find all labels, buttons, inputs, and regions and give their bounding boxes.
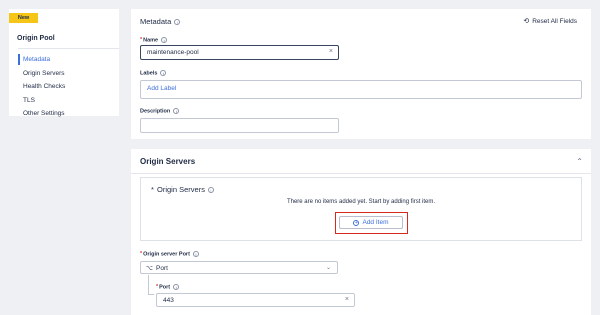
name-input[interactable] <box>141 46 338 59</box>
origin-server-port-label: *Origin server Port i <box>140 251 199 257</box>
port-label-text: Port <box>159 284 171 291</box>
origin-servers-header[interactable]: Origin Servers ⌃ <box>131 149 591 174</box>
highlight-box: + Add Item <box>335 212 408 234</box>
name-label-text: Name <box>143 37 159 44</box>
sidebar-item-health-checks[interactable]: Health Checks <box>18 80 119 94</box>
add-item-label: Add Item <box>362 219 389 226</box>
tree-connector <box>148 275 149 295</box>
info-icon[interactable]: i <box>160 70 167 76</box>
origin-servers-list-label: * Origin Servers i <box>151 185 214 194</box>
chevron-up-icon[interactable]: ⌃ <box>576 157 583 166</box>
chevron-down-icon: ⌄ <box>325 265 331 271</box>
port-field-wrapper: × <box>156 293 355 307</box>
plus-circle-icon: + <box>353 220 360 226</box>
required-marker: * <box>140 37 143 44</box>
port-label: *Port i <box>156 284 180 291</box>
info-icon[interactable]: i <box>173 108 180 114</box>
reset-all-fields-button[interactable]: ⟲ Reset All Fields <box>523 17 577 25</box>
sidebar-item-other-settings[interactable]: Other Settings <box>18 107 119 121</box>
info-icon[interactable]: i <box>207 187 214 194</box>
sidebar: New Origin Pool Metadata Origin Servers … <box>9 9 119 117</box>
info-icon[interactable]: i <box>173 284 180 290</box>
empty-message: There are no items added yet. Start by a… <box>286 199 436 205</box>
required-marker: * <box>156 284 159 291</box>
description-input[interactable] <box>141 119 338 132</box>
labels-label-text: Labels <box>140 70 158 77</box>
info-icon[interactable]: i <box>192 251 199 257</box>
description-field-wrapper <box>140 118 339 133</box>
port-type-select[interactable]: ⌥ Port ⌄ <box>140 261 338 274</box>
add-label-link[interactable]: Add Label <box>147 85 176 92</box>
new-badge: New <box>9 13 38 23</box>
required-marker: * <box>140 251 143 258</box>
sidebar-title: Origin Pool <box>17 35 55 42</box>
clear-icon[interactable]: × <box>345 296 349 303</box>
origin-servers-list-label-text: Origin Servers <box>157 185 205 194</box>
tree-connector-h <box>148 294 154 295</box>
info-icon[interactable]: i <box>174 19 181 26</box>
origin-servers-panel: Origin Servers ⌃ * Origin Servers i There… <box>131 149 591 315</box>
required-marker: * <box>151 185 154 194</box>
port-type-value: Port <box>156 265 168 272</box>
reset-icon: ⟲ <box>523 18 530 25</box>
description-label-text: Description <box>140 108 171 115</box>
sidebar-nav: Metadata Origin Servers Health Checks TL… <box>18 53 119 121</box>
metadata-panel: Metadatai ⟲Reset All Fields *Namei × Lab… <box>131 9 591 139</box>
port-input[interactable] <box>157 294 354 306</box>
clear-icon[interactable]: × <box>329 48 333 55</box>
sidebar-item-metadata[interactable]: Metadata <box>18 53 119 67</box>
branch-icon: ⌥ <box>146 265 153 272</box>
info-icon[interactable]: i <box>161 37 168 43</box>
sidebar-item-tls[interactable]: TLS <box>18 94 119 108</box>
labels-field[interactable]: Add Label <box>140 80 582 99</box>
reset-label: Reset All Fields <box>532 18 577 25</box>
metadata-heading: Metadata i <box>140 17 181 26</box>
metadata-title: Metadata <box>140 17 172 26</box>
labels-label: Labels i <box>140 70 167 77</box>
origin-server-port-label-text: Origin server Port <box>143 251 190 258</box>
name-label: *Name i <box>140 37 168 44</box>
origin-servers-list: * Origin Servers i There are no items add… <box>140 177 582 241</box>
add-item-button[interactable]: + Add Item <box>339 216 403 229</box>
sidebar-item-origin-servers[interactable]: Origin Servers <box>18 67 119 81</box>
name-field-wrapper: × <box>140 45 339 60</box>
sidebar-divider <box>18 48 119 49</box>
section-title: Origin Servers <box>140 157 196 166</box>
description-label: Description i <box>140 108 180 115</box>
